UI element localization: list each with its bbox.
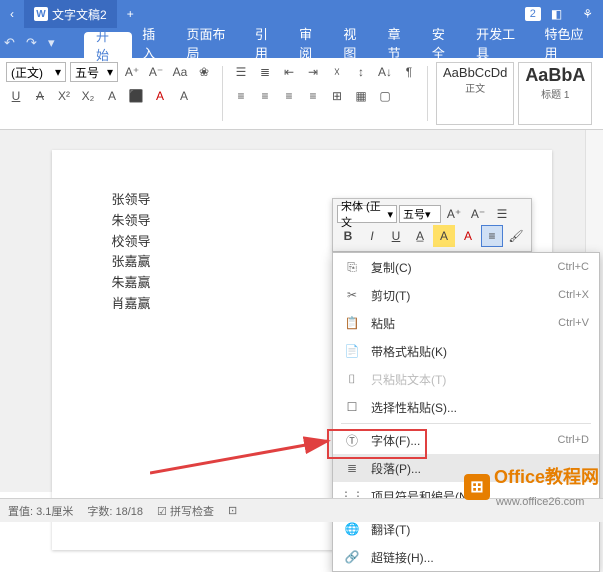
bullets-icon[interactable]: ☰ [231,62,251,82]
notification-badge[interactable]: 2 [525,7,541,21]
word-doc-icon: W [34,7,48,21]
office-logo-icon: ⊞ [464,474,490,500]
menu-reference[interactable]: 引用 [245,28,289,58]
mini-increase-font-icon[interactable]: A⁺ [443,203,465,225]
decrease-indent-icon[interactable]: ⇤ [279,62,299,82]
document-tab[interactable]: W 文字文稿2 [24,0,117,28]
menu-devtools[interactable]: 开发工具 [466,28,534,58]
status-wordcount[interactable]: 字数: 18/18 [87,503,143,519]
menu-layout[interactable]: 页面布局 [176,28,244,58]
highlight-icon[interactable]: ⬛ [126,86,146,106]
translate-icon: 🌐 [343,520,361,538]
mini-strikethrough-icon[interactable]: A̲ [409,225,431,247]
increase-indent-icon[interactable]: ⇥ [303,62,323,82]
mini-formatpainter-icon[interactable]: 🖌 [505,225,527,247]
cm-hyperlink[interactable]: 🔗 超链接(H)... [333,543,599,571]
undo-icon[interactable]: ↶ [4,35,20,51]
underline-icon[interactable]: U [6,86,26,106]
mini-bold-icon[interactable]: B [337,225,359,247]
menu-special[interactable]: 特色应用 [535,28,603,58]
status-position[interactable]: 置值: 3.1厘米 [8,503,73,519]
increase-font-icon[interactable]: A⁺ [122,62,142,82]
char-border-icon[interactable]: A [174,86,194,106]
align-right-icon[interactable]: ≡ [279,86,299,106]
scissors-icon: ✂ [343,286,361,304]
decrease-font-icon[interactable]: A⁻ [146,62,166,82]
clear-format-icon[interactable]: ❀ [194,62,214,82]
font-name-combo[interactable]: (正文)▾ [6,62,66,82]
superscript-icon[interactable]: X² [54,86,74,106]
menu-insert[interactable]: 插入 [132,28,176,58]
cm-paste-text: ⌷ 只粘贴文本(T) [333,365,599,393]
tab-prev[interactable]: ‹ [0,0,24,28]
tab-label: 文字文稿2 [52,6,107,23]
mini-underline-icon[interactable]: U [385,225,407,247]
copy-icon: ⎘ [343,258,361,276]
menubar: ↶ ↷ ▾ 开始 插入 页面布局 引用 审阅 视图 章节 安全 开发工具 特色应… [0,28,603,58]
text-effects-icon[interactable]: A [102,86,122,106]
quick-access-toolbar: ↶ ↷ ▾ [4,35,64,51]
mini-size-combo[interactable]: 五号▾ [399,205,441,223]
style-normal[interactable]: AaBbCcDd 正文 [436,62,514,125]
mini-decrease-font-icon[interactable]: A⁻ [467,203,489,225]
cm-paste[interactable]: 📋 粘贴 Ctrl+V [333,309,599,337]
font-size-combo[interactable]: 五号▾ [70,62,118,82]
new-tab-button[interactable]: + [117,0,144,28]
borders-icon[interactable]: ▢ [375,86,395,106]
font-dialog-icon: Ⓣ [343,431,361,449]
numbering-icon[interactable]: ≣ [255,62,275,82]
cm-font[interactable]: Ⓣ 字体(F)... Ctrl+D [333,426,599,454]
watermark-brand: Office教程网 [494,467,599,487]
status-spellcheck[interactable]: ☑ 拼写检查 [157,503,214,519]
paste-text-icon: ⌷ [343,370,361,388]
text-direction-icon[interactable]: ☓ [327,62,347,82]
mini-italic-icon[interactable]: I [361,225,383,247]
plus-icon: + [127,7,134,21]
shading-icon[interactable]: ▦ [351,86,371,106]
align-center-icon[interactable]: ≡ [255,86,275,106]
cm-cut[interactable]: ✂ 剪切(T) Ctrl+X [333,281,599,309]
font-color-icon[interactable]: A [150,86,170,106]
menu-security[interactable]: 安全 [422,28,466,58]
cm-paste-format[interactable]: 📄 带格式粘贴(K) [333,337,599,365]
mini-bullets-icon[interactable]: ☰ [491,203,513,225]
ribbon: (正文)▾ 五号▾ A⁺ A⁻ Aa ❀ U A X² X₂ A ⬛ A A ☰… [0,58,603,130]
style-heading1[interactable]: AaBbA 标题 1 [518,62,592,125]
align-left-icon[interactable]: ≡ [231,86,251,106]
mini-toolbar: 宋体 (正文▾ 五号▾ A⁺ A⁻ ☰ B I U A̲ A A ≡ 🖌 [332,198,532,252]
sort-icon[interactable]: A↓ [375,62,395,82]
link-icon: 🔗 [343,548,361,566]
paste-special-icon: ☐ [343,398,361,416]
mini-font-color-icon[interactable]: A [457,225,479,247]
status-docinfo-icon[interactable]: ⊡ [228,504,237,517]
menu-start[interactable]: 开始 [84,32,132,58]
menu-chapter[interactable]: 章节 [378,28,422,58]
qat-dropdown-icon[interactable]: ▾ [48,35,64,51]
show-marks-icon[interactable]: ¶ [399,62,419,82]
redo-icon[interactable]: ↷ [26,35,42,51]
menu-view[interactable]: 视图 [333,28,377,58]
context-menu: ⎘ 复制(C) Ctrl+C ✂ 剪切(T) Ctrl+X 📋 粘贴 Ctrl+… [332,252,600,572]
cm-paste-special[interactable]: ☐ 选择性粘贴(S)... [333,393,599,421]
align-justify-icon[interactable]: ≡ [303,86,323,106]
watermark-url: www.office26.com [496,496,584,508]
paragraph-icon: ≣ [343,459,361,477]
mini-font-combo[interactable]: 宋体 (正文▾ [337,205,397,223]
mini-highlight-icon[interactable]: A [433,225,455,247]
mini-align-icon[interactable]: ≡ [481,225,503,247]
distribute-icon[interactable]: ⊞ [327,86,347,106]
clipboard-icon: 📋 [343,314,361,332]
subscript-icon[interactable]: X₂ [78,86,98,106]
strikethrough-icon[interactable]: A [30,86,50,106]
menu-review[interactable]: 审阅 [289,28,333,58]
line-spacing-icon[interactable]: ↕ [351,62,371,82]
chevron-left-icon: ‹ [10,7,14,21]
separator [341,423,591,424]
watermark: ⊞ Office教程网 www.office26.com [464,463,599,510]
cm-copy[interactable]: ⎘ 复制(C) Ctrl+C [333,253,599,281]
paste-format-icon: 📄 [343,342,361,360]
change-case-icon[interactable]: Aa [170,62,190,82]
